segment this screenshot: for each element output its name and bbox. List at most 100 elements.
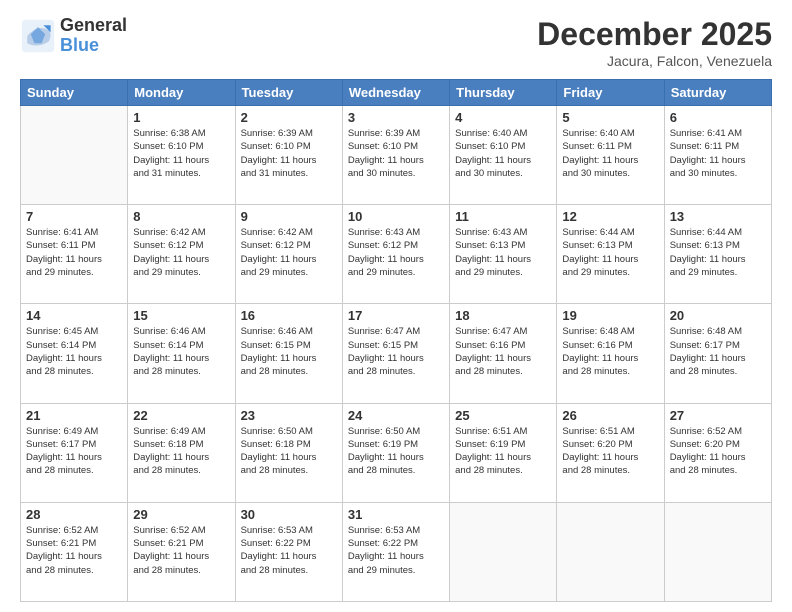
month-title: December 2025 (537, 16, 772, 53)
day-number: 13 (670, 209, 766, 224)
day-number: 9 (241, 209, 337, 224)
table-row: 20Sunrise: 6:48 AM Sunset: 6:17 PM Dayli… (664, 304, 771, 403)
day-number: 8 (133, 209, 229, 224)
col-monday: Monday (128, 80, 235, 106)
table-row: 29 Sunrise: 6:52 AM Sunset: 6:21 PM Dayli… (128, 502, 235, 601)
calendar-week-row: 14Sunrise: 6:45 AM Sunset: 6:14 PM Dayli… (21, 304, 772, 403)
day-info: Sunrise: 6:43 AM Sunset: 6:13 PM Dayligh… (455, 226, 551, 279)
table-row: 31 Sunrise: 6:53 AM Sunset: 6:22 PM Dayli… (342, 502, 449, 601)
day-info: Sunrise: 6:48 AM Sunset: 6:16 PM Dayligh… (562, 325, 658, 378)
day-info: Sunrise: 6:53 AM Sunset: 6:22 PM Dayligh… (348, 524, 444, 577)
day-info: Sunrise: 6:40 AM Sunset: 6:10 PM Dayligh… (455, 127, 551, 180)
title-block: December 2025 Jacura, Falcon, Venezuela (537, 16, 772, 69)
day-info: Sunrise: 6:42 AM Sunset: 6:12 PM Dayligh… (241, 226, 337, 279)
location: Jacura, Falcon, Venezuela (537, 53, 772, 69)
day-info: Sunrise: 6:44 AM Sunset: 6:13 PM Dayligh… (670, 226, 766, 279)
day-info: Sunrise: 6:47 AM Sunset: 6:16 PM Dayligh… (455, 325, 551, 378)
table-row: 26 Sunrise: 6:51 AM Sunset: 6:20 PM Dayli… (557, 403, 664, 502)
day-info: Sunrise: 6:50 AM Sunset: 6:18 PM Dayligh… (241, 425, 337, 478)
day-number: 5 (562, 110, 658, 125)
table-row: 2 Sunrise: 6:39 AM Sunset: 6:10 PM Daylig… (235, 106, 342, 205)
table-row: 13 Sunrise: 6:44 AM Sunset: 6:13 PM Dayli… (664, 205, 771, 304)
day-number: 31 (348, 507, 444, 522)
page: General Blue December 2025 Jacura, Falco… (0, 0, 792, 612)
day-number: 30 (241, 507, 337, 522)
day-number: 4 (455, 110, 551, 125)
day-number: 3 (348, 110, 444, 125)
day-number: 10 (348, 209, 444, 224)
day-number: 27 (670, 408, 766, 423)
header: General Blue December 2025 Jacura, Falco… (20, 16, 772, 69)
day-info: Sunrise: 6:50 AM Sunset: 6:19 PM Dayligh… (348, 425, 444, 478)
day-number: 6 (670, 110, 766, 125)
table-row: 17Sunrise: 6:47 AM Sunset: 6:15 PM Dayli… (342, 304, 449, 403)
day-info: Sunrise: 6:49 AM Sunset: 6:17 PM Dayligh… (26, 425, 122, 478)
day-info: Sunrise: 6:52 AM Sunset: 6:21 PM Dayligh… (26, 524, 122, 577)
table-row: 7Sunrise: 6:41 AM Sunset: 6:11 PM Daylig… (21, 205, 128, 304)
col-friday: Friday (557, 80, 664, 106)
day-info: Sunrise: 6:51 AM Sunset: 6:20 PM Dayligh… (562, 425, 658, 478)
day-info: Sunrise: 6:51 AM Sunset: 6:19 PM Dayligh… (455, 425, 551, 478)
table-row: 16Sunrise: 6:46 AM Sunset: 6:15 PM Dayli… (235, 304, 342, 403)
day-info: Sunrise: 6:52 AM Sunset: 6:20 PM Dayligh… (670, 425, 766, 478)
table-row: 23Sunrise: 6:50 AM Sunset: 6:18 PM Dayli… (235, 403, 342, 502)
table-row: 25Sunrise: 6:51 AM Sunset: 6:19 PM Dayli… (450, 403, 557, 502)
day-number: 12 (562, 209, 658, 224)
col-saturday: Saturday (664, 80, 771, 106)
day-info: Sunrise: 6:41 AM Sunset: 6:11 PM Dayligh… (26, 226, 122, 279)
table-row: 6 Sunrise: 6:41 AM Sunset: 6:11 PM Daylig… (664, 106, 771, 205)
table-row: 27 Sunrise: 6:52 AM Sunset: 6:20 PM Dayli… (664, 403, 771, 502)
table-row: 14Sunrise: 6:45 AM Sunset: 6:14 PM Dayli… (21, 304, 128, 403)
day-number: 11 (455, 209, 551, 224)
day-number: 18 (455, 308, 551, 323)
table-row (664, 502, 771, 601)
logo-blue: Blue (60, 36, 127, 56)
col-thursday: Thursday (450, 80, 557, 106)
day-info: Sunrise: 6:40 AM Sunset: 6:11 PM Dayligh… (562, 127, 658, 180)
day-number: 26 (562, 408, 658, 423)
day-info: Sunrise: 6:46 AM Sunset: 6:14 PM Dayligh… (133, 325, 229, 378)
table-row: 24 Sunrise: 6:50 AM Sunset: 6:19 PM Dayli… (342, 403, 449, 502)
table-row: 11 Sunrise: 6:43 AM Sunset: 6:13 PM Dayli… (450, 205, 557, 304)
day-info: Sunrise: 6:38 AM Sunset: 6:10 PM Dayligh… (133, 127, 229, 180)
day-info: Sunrise: 6:39 AM Sunset: 6:10 PM Dayligh… (241, 127, 337, 180)
day-number: 24 (348, 408, 444, 423)
table-row (557, 502, 664, 601)
table-row: 28 Sunrise: 6:52 AM Sunset: 6:21 PM Dayli… (21, 502, 128, 601)
table-row: 19Sunrise: 6:48 AM Sunset: 6:16 PM Dayli… (557, 304, 664, 403)
table-row: 10 Sunrise: 6:43 AM Sunset: 6:12 PM Dayli… (342, 205, 449, 304)
day-info: Sunrise: 6:48 AM Sunset: 6:17 PM Dayligh… (670, 325, 766, 378)
table-row (450, 502, 557, 601)
table-row: 1Sunrise: 6:38 AM Sunset: 6:10 PM Daylig… (128, 106, 235, 205)
day-info: Sunrise: 6:39 AM Sunset: 6:10 PM Dayligh… (348, 127, 444, 180)
calendar-week-row: 1Sunrise: 6:38 AM Sunset: 6:10 PM Daylig… (21, 106, 772, 205)
table-row: 22Sunrise: 6:49 AM Sunset: 6:18 PM Dayli… (128, 403, 235, 502)
day-info: Sunrise: 6:42 AM Sunset: 6:12 PM Dayligh… (133, 226, 229, 279)
day-number: 29 (133, 507, 229, 522)
col-tuesday: Tuesday (235, 80, 342, 106)
logo-text: General Blue (60, 16, 127, 56)
day-info: Sunrise: 6:45 AM Sunset: 6:14 PM Dayligh… (26, 325, 122, 378)
calendar-week-row: 7Sunrise: 6:41 AM Sunset: 6:11 PM Daylig… (21, 205, 772, 304)
day-info: Sunrise: 6:41 AM Sunset: 6:11 PM Dayligh… (670, 127, 766, 180)
calendar-table: Sunday Monday Tuesday Wednesday Thursday… (20, 79, 772, 602)
day-info: Sunrise: 6:53 AM Sunset: 6:22 PM Dayligh… (241, 524, 337, 577)
day-info: Sunrise: 6:46 AM Sunset: 6:15 PM Dayligh… (241, 325, 337, 378)
day-number: 17 (348, 308, 444, 323)
table-row: 12 Sunrise: 6:44 AM Sunset: 6:13 PM Dayli… (557, 205, 664, 304)
calendar-week-row: 28 Sunrise: 6:52 AM Sunset: 6:21 PM Dayli… (21, 502, 772, 601)
day-info: Sunrise: 6:49 AM Sunset: 6:18 PM Dayligh… (133, 425, 229, 478)
day-number: 2 (241, 110, 337, 125)
logo-icon (20, 18, 56, 54)
calendar-week-row: 21 Sunrise: 6:49 AM Sunset: 6:17 PM Dayli… (21, 403, 772, 502)
day-number: 28 (26, 507, 122, 522)
day-info: Sunrise: 6:43 AM Sunset: 6:12 PM Dayligh… (348, 226, 444, 279)
col-wednesday: Wednesday (342, 80, 449, 106)
header-row: Sunday Monday Tuesday Wednesday Thursday… (21, 80, 772, 106)
table-row: 8 Sunrise: 6:42 AM Sunset: 6:12 PM Daylig… (128, 205, 235, 304)
logo: General Blue (20, 16, 127, 56)
day-number: 21 (26, 408, 122, 423)
day-info: Sunrise: 6:44 AM Sunset: 6:13 PM Dayligh… (562, 226, 658, 279)
day-info: Sunrise: 6:52 AM Sunset: 6:21 PM Dayligh… (133, 524, 229, 577)
table-row: 18 Sunrise: 6:47 AM Sunset: 6:16 PM Dayli… (450, 304, 557, 403)
